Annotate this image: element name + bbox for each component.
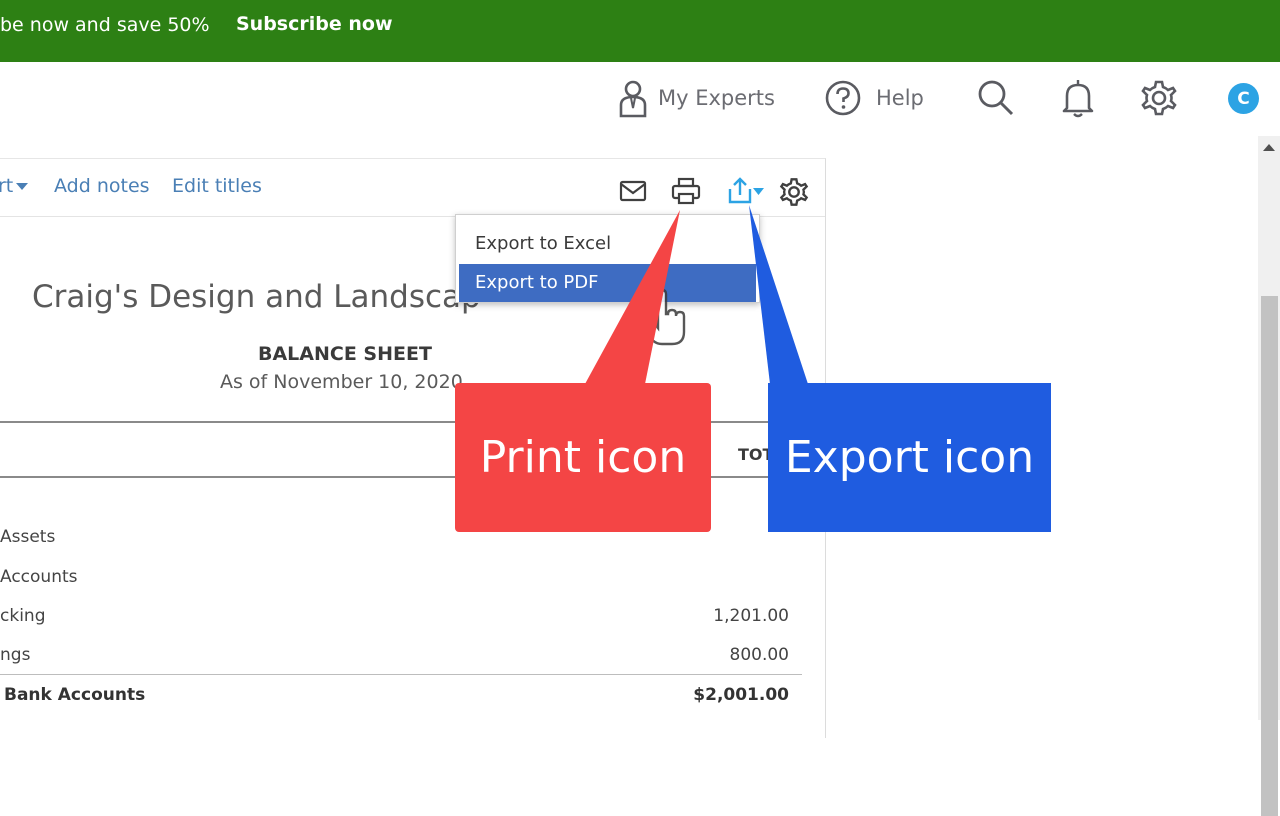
sort-dropdown[interactable]: rt [0, 175, 29, 197]
company-name: Craig's Design and Landscap [32, 279, 481, 315]
row-value: 800.00 [729, 645, 789, 665]
promo-text: be now and save 50% [0, 14, 210, 36]
settings-button[interactable] [1140, 78, 1178, 118]
search-button[interactable] [976, 78, 1016, 118]
row-label-total: Bank Accounts [4, 685, 146, 705]
scrollbar-thumb[interactable] [1261, 296, 1278, 816]
report-title: BALANCE SHEET [258, 343, 432, 365]
page-scrollbar[interactable] [1258, 136, 1280, 816]
promo-banner: be now and save 50% Subscribe now [0, 0, 1280, 62]
user-avatar[interactable]: C [1228, 83, 1259, 114]
row-label: Accounts [0, 567, 78, 587]
row-label: Assets [0, 527, 56, 547]
export-dropdown-menu: Export to Excel Export to PDF [455, 214, 760, 303]
print-icon[interactable] [671, 177, 701, 209]
export-to-pdf-item[interactable]: Export to PDF [459, 264, 756, 302]
export-to-excel-item[interactable]: Export to Excel [459, 225, 756, 263]
edit-titles-link[interactable]: Edit titles [172, 175, 262, 197]
export-icon[interactable] [726, 175, 766, 211]
row-value: 1,201.00 [713, 606, 789, 626]
help-button[interactable]: Help [824, 78, 924, 118]
email-icon[interactable] [619, 179, 647, 207]
report-toolbar: rt Add notes Edit titles [0, 159, 825, 217]
row-label: ngs [0, 645, 31, 665]
notifications-button[interactable] [1060, 78, 1096, 118]
row-value-total: $2,001.00 [693, 685, 789, 705]
print-callout-label: Print icon [455, 383, 711, 532]
scroll-up-arrow-icon[interactable] [1263, 144, 1275, 151]
subtotal-rule [0, 674, 802, 675]
my-experts-button[interactable]: My Experts [618, 78, 775, 118]
my-experts-label: My Experts [658, 86, 775, 110]
top-navigation-bar: My Experts Help C [0, 62, 1280, 136]
bell-icon [1060, 78, 1096, 118]
settings-icon[interactable] [779, 177, 809, 211]
gear-icon [1140, 79, 1178, 117]
help-label: Help [876, 86, 924, 110]
hand-cursor-icon [640, 288, 690, 352]
sort-caret-icon [16, 183, 29, 190]
add-notes-link[interactable]: Add notes [54, 175, 150, 197]
report-date: As of November 10, 2020 [220, 371, 463, 393]
experts-icon [618, 78, 648, 118]
row-label: cking [0, 606, 46, 626]
help-icon [824, 79, 862, 117]
export-callout-label: Export icon [768, 383, 1051, 532]
sort-label: rt [0, 175, 14, 197]
search-icon [976, 78, 1016, 118]
subscribe-now-link[interactable]: Subscribe now [236, 13, 393, 35]
